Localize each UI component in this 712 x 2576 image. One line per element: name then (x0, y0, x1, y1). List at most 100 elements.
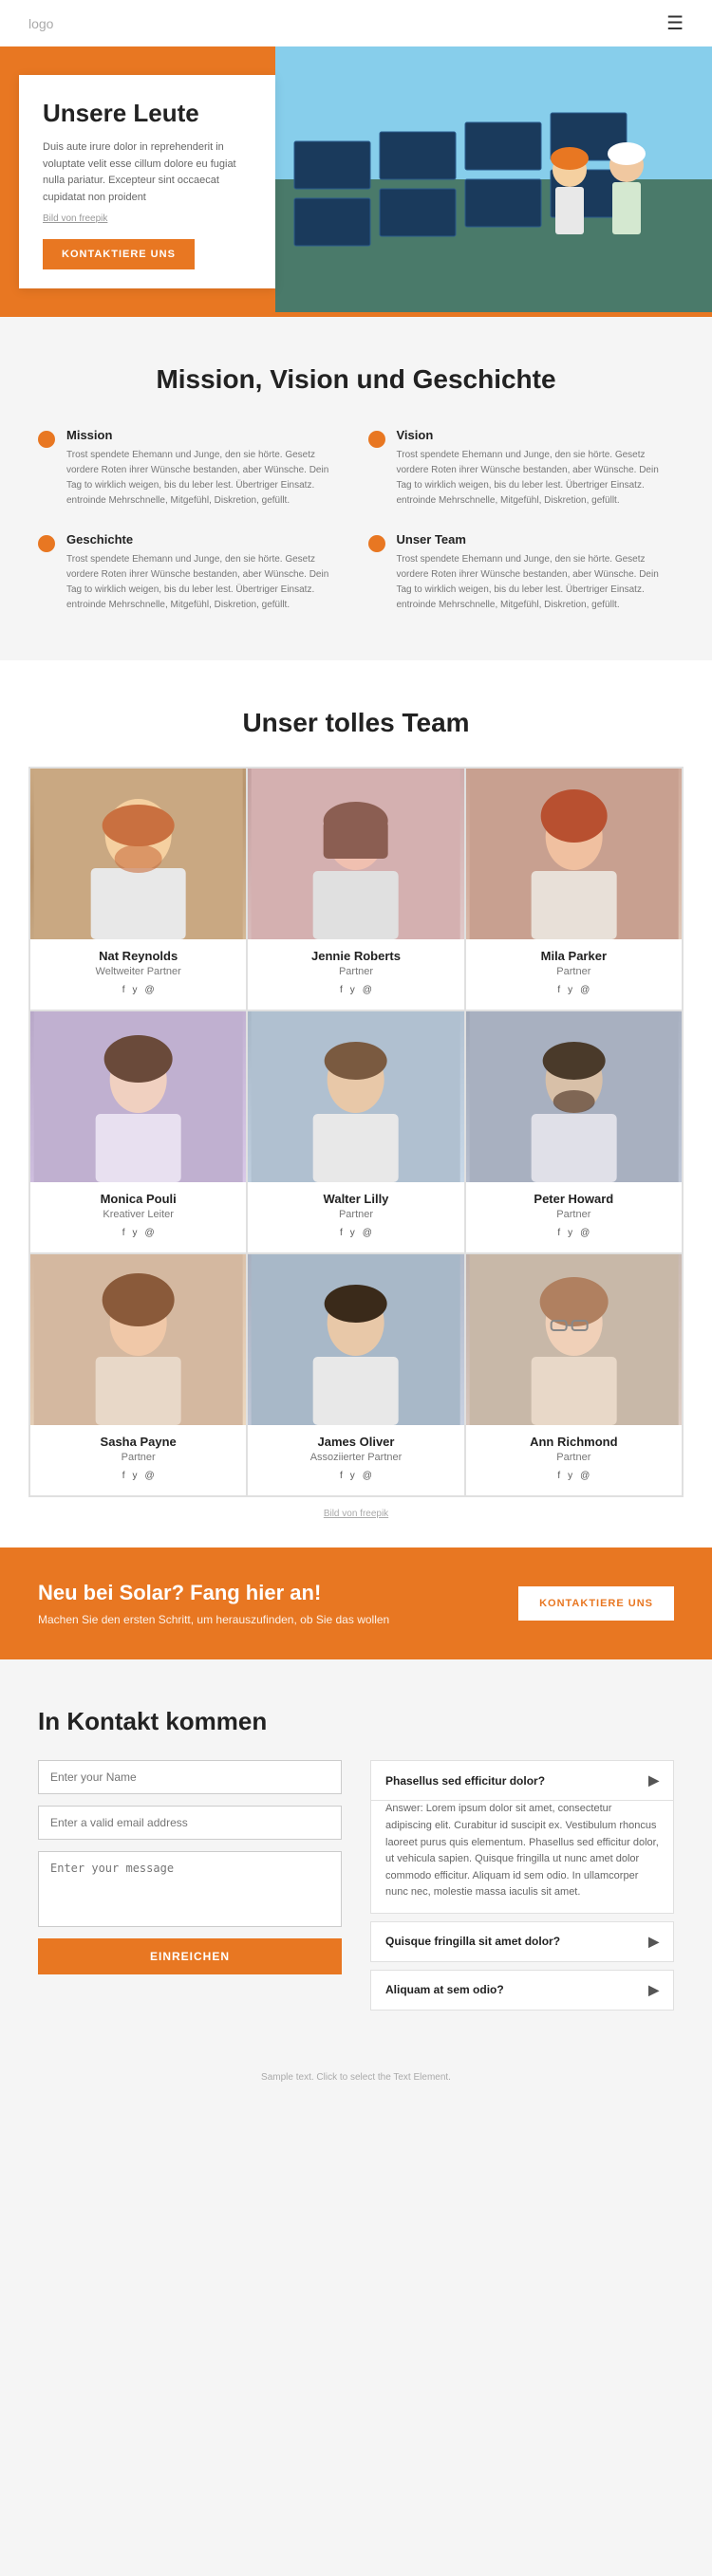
instagram-icon-james[interactable]: @ (363, 1471, 372, 1481)
team-social-mila: f y @ (466, 985, 682, 995)
faq-main-question[interactable]: Phasellus sed efficitur dolor? ▶ (371, 1761, 673, 1801)
instagram-icon-sasha[interactable]: @ (144, 1471, 154, 1481)
team-name-jennie: Jennie Roberts (248, 949, 463, 963)
contact-submit-button[interactable]: EINREICHEN (38, 1938, 342, 1974)
team-card-walter: Walter Lilly Partner f y @ (247, 1010, 464, 1253)
team-card-james: James Oliver Assoziierter Partner f y @ (247, 1253, 464, 1496)
team-name-nat: Nat Reynolds (30, 949, 246, 963)
team-photo-walter (248, 1011, 463, 1182)
faq-main-answer: Answer: Lorem ipsum dolor sit amet, cons… (371, 1801, 673, 1913)
instagram-icon-jennie[interactable]: @ (363, 985, 372, 995)
faq-question-0[interactable]: Quisque fringilla sit amet dolor? ▶ (371, 1922, 673, 1961)
team-photo-james (248, 1254, 463, 1425)
mission-dot-1 (368, 431, 385, 448)
twitter-icon-mila[interactable]: y (568, 985, 572, 995)
instagram-icon-peter[interactable]: @ (580, 1228, 590, 1238)
team-card-monica: Monica Pouli Kreativer Leiter f y @ (29, 1010, 247, 1253)
mission-item-text-0: Trost spendete Ehemann und Junge, den si… (66, 448, 345, 509)
twitter-icon-walter[interactable]: y (350, 1228, 355, 1238)
hero-photo-credit: Bild von freepik (43, 213, 252, 224)
facebook-icon-nat[interactable]: f (122, 985, 125, 995)
twitter-icon-james[interactable]: y (350, 1471, 355, 1481)
contact-grid: EINREICHEN Phasellus sed efficitur dolor… (38, 1760, 674, 2011)
hero-card: Unsere Leute Duis aute irure dolor in re… (19, 75, 275, 288)
facebook-icon-peter[interactable]: f (557, 1228, 560, 1238)
hero-cta-button[interactable]: KONTAKTIERE UNS (43, 239, 195, 269)
cta-button[interactable]: KONTAKTIERE UNS (518, 1586, 674, 1621)
team-name-sasha: Sasha Payne (30, 1435, 246, 1449)
mission-item-0: Mission Trost spendete Ehemann und Junge… (38, 428, 345, 509)
hero-section: Unsere Leute Duis aute irure dolor in re… (0, 46, 712, 317)
twitter-icon-nat[interactable]: y (132, 985, 137, 995)
twitter-icon-ann[interactable]: y (568, 1471, 572, 1481)
team-title: Unser tolles Team (28, 708, 684, 738)
instagram-icon-ann[interactable]: @ (580, 1471, 590, 1481)
facebook-icon-walter[interactable]: f (340, 1228, 343, 1238)
team-role-james: Assoziierter Partner (248, 1452, 463, 1463)
team-card-sasha: Sasha Payne Partner f y @ (29, 1253, 247, 1496)
instagram-icon-walter[interactable]: @ (363, 1228, 372, 1238)
mission-item-title-0: Mission (66, 428, 345, 442)
team-social-nat: f y @ (30, 985, 246, 995)
team-card-jennie: Jennie Roberts Partner f y @ (247, 768, 464, 1010)
twitter-icon-jennie[interactable]: y (350, 985, 355, 995)
facebook-icon-jennie[interactable]: f (340, 985, 343, 995)
hero-title: Unsere Leute (43, 99, 252, 128)
team-social-ann: f y @ (466, 1471, 682, 1481)
mission-dot-3 (368, 535, 385, 552)
footer-note: Sample text. Click to select the Text El… (0, 2058, 712, 2097)
faq-question-1[interactable]: Aliquam at sem odio? ▶ (371, 1971, 673, 2010)
instagram-icon-nat[interactable]: @ (144, 985, 154, 995)
faq-main-arrow: ▶ (648, 1772, 659, 1788)
team-name-james: James Oliver (248, 1435, 463, 1449)
team-role-walter: Partner (248, 1209, 463, 1220)
team-photo-jennie (248, 769, 463, 939)
instagram-icon-mila[interactable]: @ (580, 985, 590, 995)
twitter-icon-monica[interactable]: y (132, 1228, 137, 1238)
team-name-mila: Mila Parker (466, 949, 682, 963)
mission-title: Mission, Vision und Geschichte (38, 364, 674, 395)
team-card-peter: Peter Howard Partner f y @ (465, 1010, 683, 1253)
menu-icon[interactable]: ☰ (666, 11, 684, 35)
faq-item-0: Quisque fringilla sit amet dolor? ▶ (370, 1921, 674, 1962)
facebook-icon-monica[interactable]: f (122, 1228, 125, 1238)
team-name-ann: Ann Richmond (466, 1435, 682, 1449)
contact-email-input[interactable] (38, 1806, 342, 1840)
facebook-icon-ann[interactable]: f (557, 1471, 560, 1481)
instagram-icon-monica[interactable]: @ (144, 1228, 154, 1238)
team-name-monica: Monica Pouli (30, 1192, 246, 1206)
faq-item-1: Aliquam at sem odio? ▶ (370, 1970, 674, 2011)
team-photo-sasha (30, 1254, 246, 1425)
contact-message-input[interactable] (38, 1851, 342, 1927)
team-photo-peter (466, 1011, 682, 1182)
twitter-icon-sasha[interactable]: y (132, 1471, 137, 1481)
hero-description: Duis aute irure dolor in reprehenderit i… (43, 139, 252, 206)
team-social-walter: f y @ (248, 1228, 463, 1238)
team-grid: Nat Reynolds Weltweiter Partner f y @ Je… (28, 767, 684, 1497)
faq-arrow-0: ▶ (648, 1934, 659, 1950)
twitter-icon-peter[interactable]: y (568, 1228, 572, 1238)
facebook-icon-sasha[interactable]: f (122, 1471, 125, 1481)
team-social-monica: f y @ (30, 1228, 246, 1238)
faq-main-item: Phasellus sed efficitur dolor? ▶ Answer:… (370, 1760, 674, 1914)
team-photo-monica (30, 1011, 246, 1182)
team-role-mila: Partner (466, 966, 682, 977)
contact-title: In Kontakt kommen (38, 1707, 674, 1736)
mission-item-title-2: Geschichte (66, 532, 345, 547)
facebook-icon-mila[interactable]: f (557, 985, 560, 995)
team-card-ann: Ann Richmond Partner f y @ (465, 1253, 683, 1496)
facebook-icon-james[interactable]: f (340, 1471, 343, 1481)
contact-form: EINREICHEN (38, 1760, 342, 2011)
team-photo-credit: Bild von freepik (28, 1509, 684, 1519)
team-card-nat: Nat Reynolds Weltweiter Partner f y @ (29, 768, 247, 1010)
contact-name-input[interactable] (38, 1760, 342, 1794)
faq-main-title: Phasellus sed efficitur dolor? (385, 1774, 545, 1788)
faq-panel: Phasellus sed efficitur dolor? ▶ Answer:… (370, 1760, 674, 2011)
cta-subtitle: Machen Sie den ersten Schritt, um heraus… (38, 1613, 389, 1626)
faq-question-text-0: Quisque fringilla sit amet dolor? (385, 1935, 560, 1948)
header: logo ☰ (0, 0, 712, 46)
cta-text: Neu bei Solar? Fang hier an! Machen Sie … (38, 1581, 389, 1626)
team-name-peter: Peter Howard (466, 1192, 682, 1206)
team-social-jennie: f y @ (248, 985, 463, 995)
mission-item-3: Unser Team Trost spendete Ehemann und Ju… (368, 532, 675, 613)
